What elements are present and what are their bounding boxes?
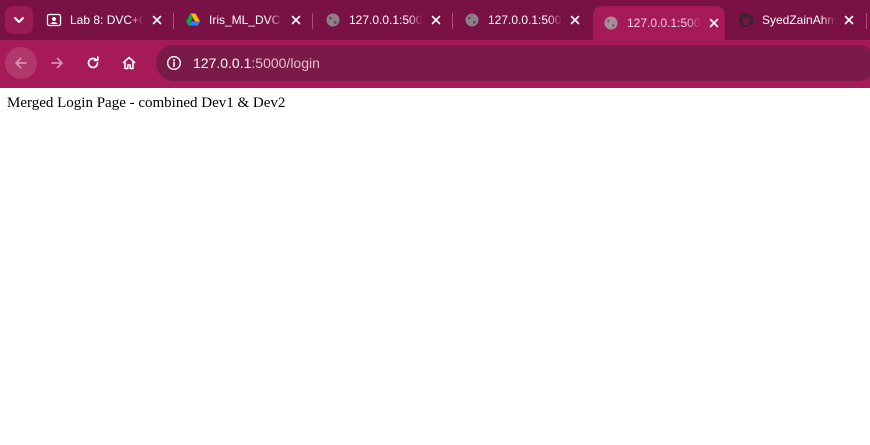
toolbar-divider <box>0 86 870 88</box>
arrow-left-icon <box>15 57 27 69</box>
browser-toolbar: 127.0.0.1:5000/login <box>0 40 870 86</box>
github-icon <box>738 12 754 28</box>
close-icon[interactable] <box>149 12 165 28</box>
tab-iris-ml-dvc[interactable]: Iris_ML_DVC <box>175 5 304 35</box>
url-text: 127.0.0.1:5000/login <box>193 55 320 71</box>
tab-separator <box>452 13 453 29</box>
globe-icon <box>603 15 619 31</box>
arrow-right-icon <box>51 57 63 69</box>
url-path: :5000/login <box>251 55 320 71</box>
tab-separator <box>312 13 313 29</box>
site-info-icon[interactable] <box>165 54 183 72</box>
tab-github-profile[interactable]: SyedZainAhmed <box>728 5 857 35</box>
chevron-down-icon <box>14 17 24 23</box>
tab-title: 127.0.0.1:5000 <box>349 13 423 27</box>
tab-localhost-active[interactable]: 127.0.0.1:5000 <box>593 6 725 40</box>
close-icon[interactable] <box>567 12 583 28</box>
tab-title: Iris_ML_DVC <box>209 13 281 27</box>
forward-button[interactable] <box>41 47 73 79</box>
close-icon[interactable] <box>428 12 444 28</box>
tab-search-button[interactable] <box>5 6 33 34</box>
globe-icon <box>325 12 341 28</box>
home-button[interactable] <box>113 47 145 79</box>
reload-button[interactable] <box>77 47 109 79</box>
tab-lab8[interactable]: Lab 8: DVC+GitHub <box>36 5 165 35</box>
address-bar[interactable]: 127.0.0.1:5000/login <box>156 45 870 81</box>
url-host: 127.0.0.1 <box>193 55 252 71</box>
close-icon[interactable] <box>841 12 857 28</box>
contact-card-icon <box>46 12 62 28</box>
tab-strip: Lab 8: DVC+GitHub Iris_ML_DVC 127.0.0.1:… <box>0 0 870 40</box>
close-icon[interactable] <box>288 12 304 28</box>
google-drive-icon <box>185 12 201 28</box>
tab-separator <box>173 13 174 29</box>
tab-title: 127.0.0.1:5000 <box>627 16 701 30</box>
tab-localhost-1[interactable]: 127.0.0.1:5000 <box>315 5 444 35</box>
tab-title: SyedZainAhmed <box>762 13 836 27</box>
reload-icon <box>87 56 99 69</box>
page-content-text: Merged Login Page - combined Dev1 & Dev2 <box>7 95 286 111</box>
tab-title: Lab 8: DVC+GitHub <box>70 13 144 27</box>
close-icon[interactable] <box>706 15 722 31</box>
tab-title: 127.0.0.1:5000 <box>488 13 562 27</box>
globe-icon <box>464 12 480 28</box>
tab-localhost-2[interactable]: 127.0.0.1:5000 <box>454 5 583 35</box>
home-icon <box>122 56 136 70</box>
back-button[interactable] <box>5 47 37 79</box>
tab-separator <box>866 13 867 29</box>
